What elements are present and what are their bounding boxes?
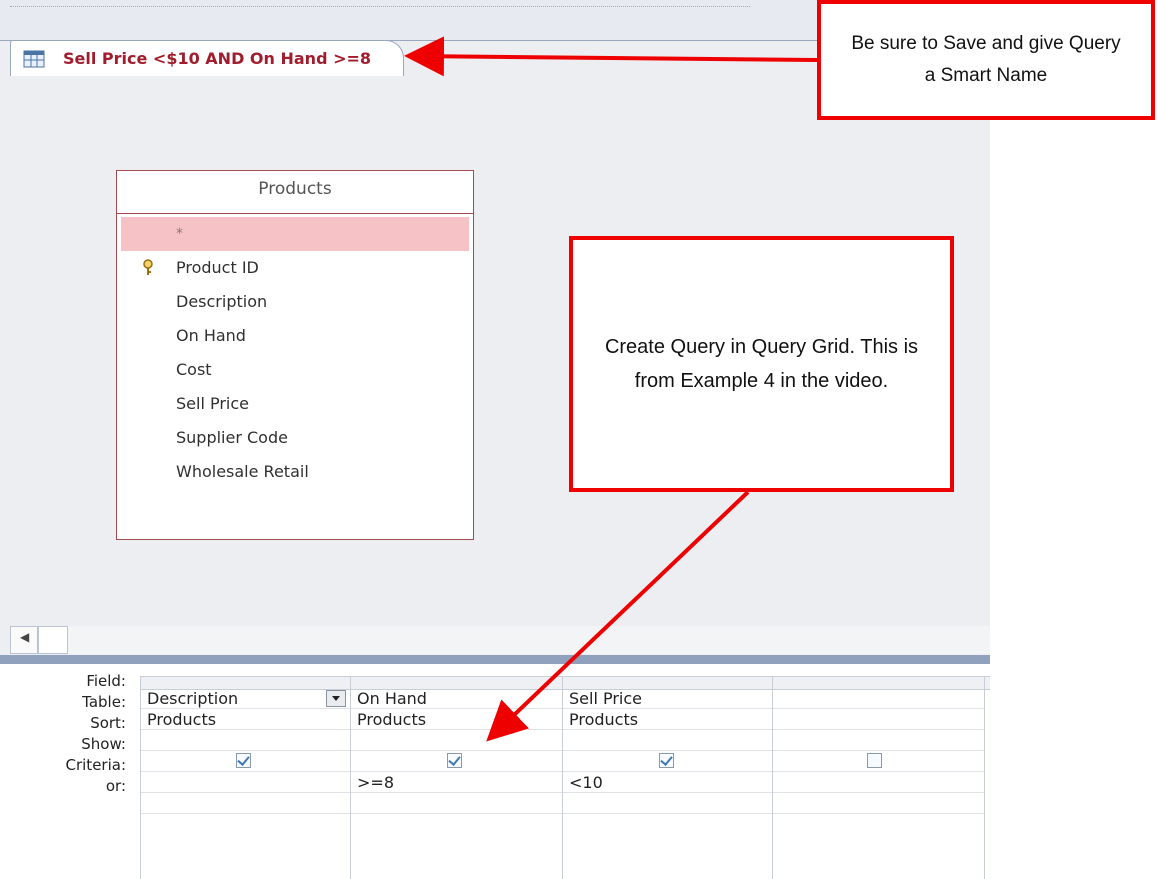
query-grid-callout-text: Create Query in Query Grid. This is from… [604, 336, 919, 392]
field-wholesale-retail[interactable]: Wholesale Retail [121, 455, 469, 489]
show-checkbox[interactable] [867, 753, 882, 768]
cell-criteria[interactable] [773, 772, 984, 793]
row-label-sort: Sort: [90, 714, 126, 732]
row-label-field: Field: [86, 672, 126, 690]
cell-table[interactable]: Products [563, 709, 772, 730]
cell-field[interactable]: On Hand [351, 688, 562, 709]
save-callout-text: Be sure to Save and give Query a Smart N… [851, 32, 1121, 86]
cell-or[interactable] [773, 793, 984, 814]
pane-splitter[interactable] [0, 655, 990, 664]
field-supplier-code[interactable]: Supplier Code [121, 421, 469, 455]
field-dropdown-button[interactable] [326, 690, 346, 707]
table-title-divider [117, 213, 473, 214]
scroll-left-button[interactable]: ◀ [10, 626, 38, 654]
cell-show[interactable] [351, 751, 562, 772]
show-checkbox[interactable] [659, 753, 674, 768]
ribbon-remnant [10, 6, 750, 11]
cell-criteria[interactable]: <10 [563, 772, 772, 793]
row-label-or: or: [105, 777, 126, 795]
field-list: * Product ID Description On Hand Cost Se… [121, 217, 469, 489]
scroll-left-icon: ◀ [20, 630, 30, 644]
cell-or[interactable] [351, 793, 562, 814]
cell-table[interactable]: Products [351, 709, 562, 730]
cell-show[interactable] [141, 751, 350, 772]
field-cost[interactable]: Cost [121, 353, 469, 387]
query-grid-callout: Create Query in Query Grid. This is from… [569, 236, 954, 492]
grid-column-on-hand: On Hand Products >=8 [350, 676, 562, 879]
cell-criteria[interactable]: >=8 [351, 772, 562, 793]
cell-sort[interactable] [351, 730, 562, 751]
field-sell-price[interactable]: Sell Price [121, 387, 469, 421]
cell-sort[interactable] [773, 730, 984, 751]
table-title: Products [258, 179, 332, 199]
scroll-thumb[interactable] [38, 626, 68, 654]
grid-column-description: Description Products [140, 676, 350, 879]
cell-field[interactable]: Sell Price [563, 688, 772, 709]
query-icon [23, 50, 45, 68]
primary-key-icon [143, 259, 153, 275]
field-on-hand[interactable]: On Hand [121, 319, 469, 353]
show-checkbox[interactable] [447, 753, 462, 768]
query-tab[interactable]: Sell Price <$10 AND On Hand >=8 [10, 40, 404, 77]
show-checkbox[interactable] [236, 753, 251, 768]
field-star[interactable]: * [121, 217, 469, 251]
field-description[interactable]: Description [121, 285, 469, 319]
cell-or[interactable] [141, 793, 350, 814]
grid-column-edge [984, 676, 990, 879]
cell-sort[interactable] [141, 730, 350, 751]
products-table-box[interactable]: Products * Product ID Description On Han… [116, 170, 474, 540]
cell-sort[interactable] [563, 730, 772, 751]
cell-show[interactable] [773, 751, 984, 772]
field-product-id[interactable]: Product ID [121, 251, 469, 285]
cell-table[interactable]: Products [141, 709, 350, 730]
cell-show[interactable] [563, 751, 772, 772]
row-label-criteria: Criteria: [65, 756, 127, 774]
grid-column-empty [772, 676, 984, 879]
grid-row-labels: Field: Table: Sort: Show: Criteria: or: [0, 671, 128, 797]
cell-table[interactable] [773, 709, 984, 730]
cell-field[interactable]: Description [141, 688, 350, 709]
cell-field-value: Description [147, 689, 239, 708]
cell-criteria[interactable] [141, 772, 350, 793]
save-callout: Be sure to Save and give Query a Smart N… [817, 0, 1155, 120]
cell-or[interactable] [563, 793, 772, 814]
query-tab-title: Sell Price <$10 AND On Hand >=8 [63, 49, 372, 68]
row-label-table: Table: [82, 693, 126, 711]
grid-column-sell-price: Sell Price Products <10 [562, 676, 772, 879]
row-label-show: Show: [81, 735, 126, 753]
cell-field[interactable] [773, 688, 984, 709]
horizontal-scrollbar[interactable] [10, 626, 990, 654]
field-label: Product ID [176, 258, 259, 277]
